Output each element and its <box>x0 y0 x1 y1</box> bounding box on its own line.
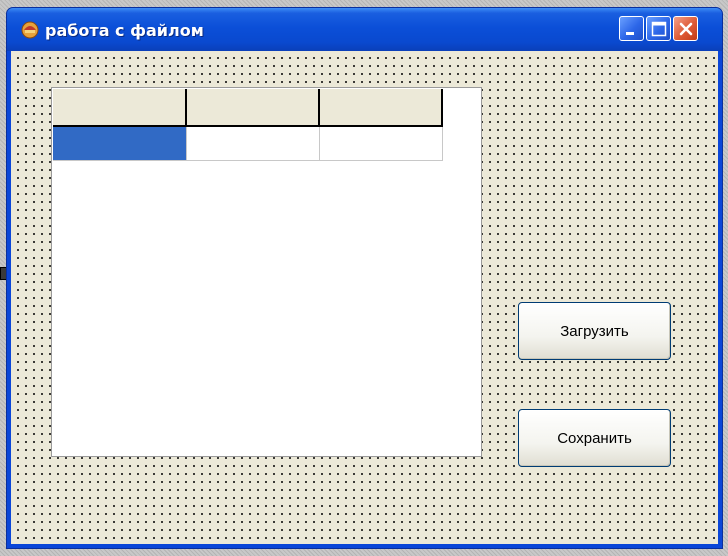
app-helmet-icon <box>21 21 39 39</box>
minimize-icon <box>626 32 634 35</box>
load-button[interactable]: Загрузить <box>518 302 671 360</box>
grid-cell[interactable] <box>319 126 443 161</box>
close-button[interactable] <box>673 16 698 41</box>
maximize-icon <box>651 21 667 37</box>
grid-header-cell[interactable] <box>53 89 187 127</box>
grid-header-cell[interactable] <box>186 89 320 127</box>
window-title: работа с файлом <box>45 21 204 40</box>
grid-header-cell[interactable] <box>319 89 443 127</box>
form-client-area: Загрузить Сохранить <box>11 51 718 544</box>
string-grid[interactable] <box>51 87 482 457</box>
save-button[interactable]: Сохранить <box>518 409 671 467</box>
grid-row <box>53 126 443 161</box>
app-window: работа с файлом Загрузить Сохранить <box>6 7 723 549</box>
grid-table <box>53 89 443 161</box>
title-bar[interactable]: работа с файлом <box>7 8 722 51</box>
maximize-button[interactable] <box>646 16 671 41</box>
close-icon <box>679 22 693 36</box>
grid-header-row <box>53 89 443 127</box>
grid-cell-selected[interactable] <box>53 126 187 161</box>
grid-cell[interactable] <box>186 126 320 161</box>
minimize-button[interactable] <box>619 16 644 41</box>
